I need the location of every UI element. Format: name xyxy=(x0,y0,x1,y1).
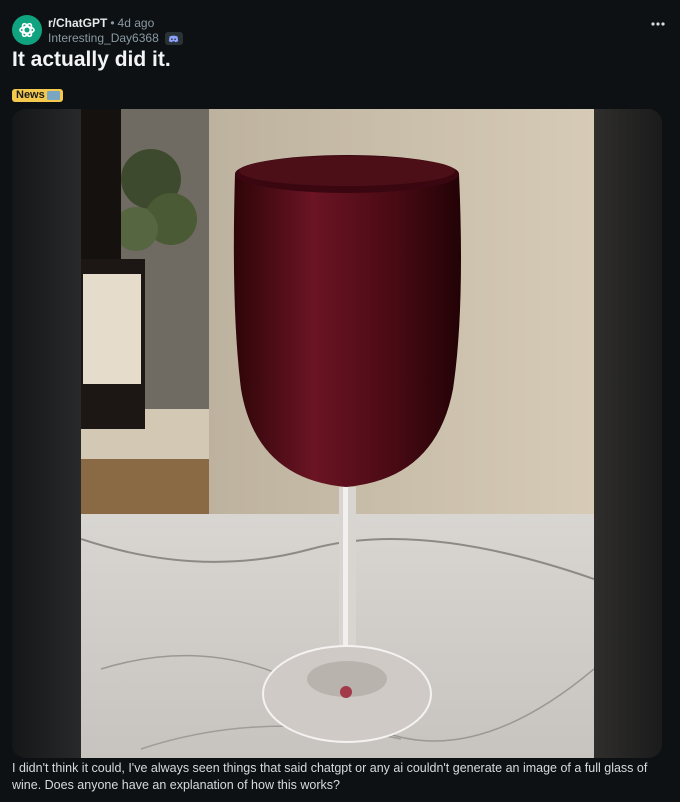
post-title[interactable]: It actually did it. xyxy=(12,46,171,74)
image-blur-left xyxy=(12,109,81,758)
openai-logo-icon xyxy=(19,22,35,38)
more-options-button[interactable] xyxy=(648,14,668,34)
separator-dot: • xyxy=(110,16,115,30)
post-header: r/ChatGPT • 4d ago Interesting_Day6368 xyxy=(12,14,668,48)
post-meta: r/ChatGPT • 4d ago Interesting_Day6368 xyxy=(48,16,183,46)
discord-icon xyxy=(164,32,183,45)
newspaper-emoji-icon xyxy=(46,91,60,100)
subreddit-avatar[interactable] xyxy=(12,15,42,45)
flair-label: News xyxy=(16,89,45,101)
post-image-container[interactable] xyxy=(12,109,662,758)
post-body: I didn't think it could, I've always see… xyxy=(12,761,648,792)
post-age: 4d ago xyxy=(117,16,155,30)
author-name[interactable]: Interesting_Day6368 xyxy=(48,31,159,46)
subreddit-name[interactable]: r/ChatGPT xyxy=(48,16,107,30)
image-blur-right xyxy=(594,109,662,758)
post-flair[interactable]: News xyxy=(12,89,63,102)
wine-glass-photo xyxy=(81,109,594,758)
more-options-icon xyxy=(651,22,665,26)
